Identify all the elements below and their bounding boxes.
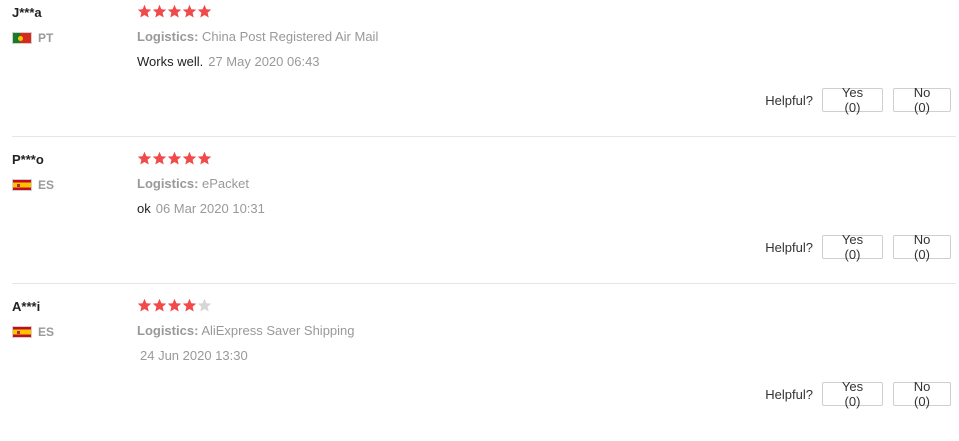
star-icon [167, 298, 182, 313]
reviewer-name: P***o [12, 152, 44, 167]
helpful-label: Helpful? [765, 386, 813, 402]
star-icon [182, 151, 197, 166]
flag-pt-icon [12, 32, 32, 44]
helpful-label: Helpful? [765, 239, 813, 255]
divider [12, 283, 956, 284]
helpful-no-button[interactable]: No (0) [893, 232, 951, 262]
star-rating [137, 298, 212, 313]
reviewer-country: PT [12, 31, 53, 45]
logistics-value: AliExpress Saver Shipping [201, 323, 355, 338]
star-icon [197, 151, 212, 166]
star-icon [167, 4, 182, 19]
helpful-label: Helpful? [765, 92, 813, 108]
logistics-value: ePacket [202, 176, 250, 191]
review-feedback: Works well. 27 May 2020 06:43 [137, 54, 320, 69]
logistics-label: Logistics: [137, 176, 199, 191]
review-item: J***a PT Logistics: China Post Registere… [0, 0, 959, 147]
star-rating [137, 151, 212, 166]
review-date: 24 Jun 2020 13:30 [140, 348, 248, 363]
star-icon [137, 4, 152, 19]
review-date: 27 May 2020 06:43 [208, 54, 320, 69]
star-rating [137, 4, 212, 19]
star-icon [197, 298, 212, 313]
helpful-no-button[interactable]: No (0) [893, 85, 951, 115]
country-code: ES [38, 178, 55, 192]
flag-es-icon [12, 179, 32, 191]
review-feedback: ok 06 Mar 2020 10:31 [137, 201, 265, 216]
reviewer-name: A***i [12, 299, 41, 314]
star-icon [167, 151, 182, 166]
review-text: Works well. [137, 54, 204, 69]
helpful-voting: Helpful? Yes (0) No (0) [765, 379, 951, 409]
logistics-value: China Post Registered Air Mail [202, 29, 379, 44]
country-code: ES [38, 325, 55, 339]
logistics-label: Logistics: [137, 29, 199, 44]
star-icon [152, 4, 167, 19]
reviewer-country: ES [12, 325, 54, 339]
logistics-info: Logistics: AliExpress Saver Shipping [137, 323, 355, 338]
flag-es-icon [12, 326, 32, 338]
review-feedback: 24 Jun 2020 13:30 [137, 348, 248, 363]
star-icon [152, 298, 167, 313]
star-icon [152, 151, 167, 166]
star-icon [137, 298, 152, 313]
logistics-info: Logistics: ePacket [137, 176, 249, 191]
helpful-yes-button[interactable]: Yes (0) [822, 85, 883, 115]
star-icon [182, 4, 197, 19]
logistics-label: Logistics: [137, 323, 199, 338]
review-date: 06 Mar 2020 10:31 [155, 201, 265, 216]
review-text: ok [137, 201, 151, 216]
star-icon [182, 298, 197, 313]
star-icon [137, 151, 152, 166]
helpful-voting: Helpful? Yes (0) No (0) [765, 232, 951, 262]
logistics-info: Logistics: China Post Registered Air Mai… [137, 29, 378, 44]
review-item: P***o ES Logistics: ePacket ok 06 Mar 202… [0, 147, 959, 294]
helpful-yes-button[interactable]: Yes (0) [822, 379, 883, 409]
divider [12, 136, 956, 137]
reviewer-country: ES [12, 178, 54, 192]
country-code: PT [38, 31, 54, 45]
review-item: A***i ES Logistics: AliExpress Saver Shi… [0, 294, 959, 441]
star-icon [197, 4, 212, 19]
reviewer-name: J***a [12, 5, 42, 20]
helpful-yes-button[interactable]: Yes (0) [822, 232, 883, 262]
helpful-no-button[interactable]: No (0) [893, 379, 951, 409]
helpful-voting: Helpful? Yes (0) No (0) [765, 85, 951, 115]
